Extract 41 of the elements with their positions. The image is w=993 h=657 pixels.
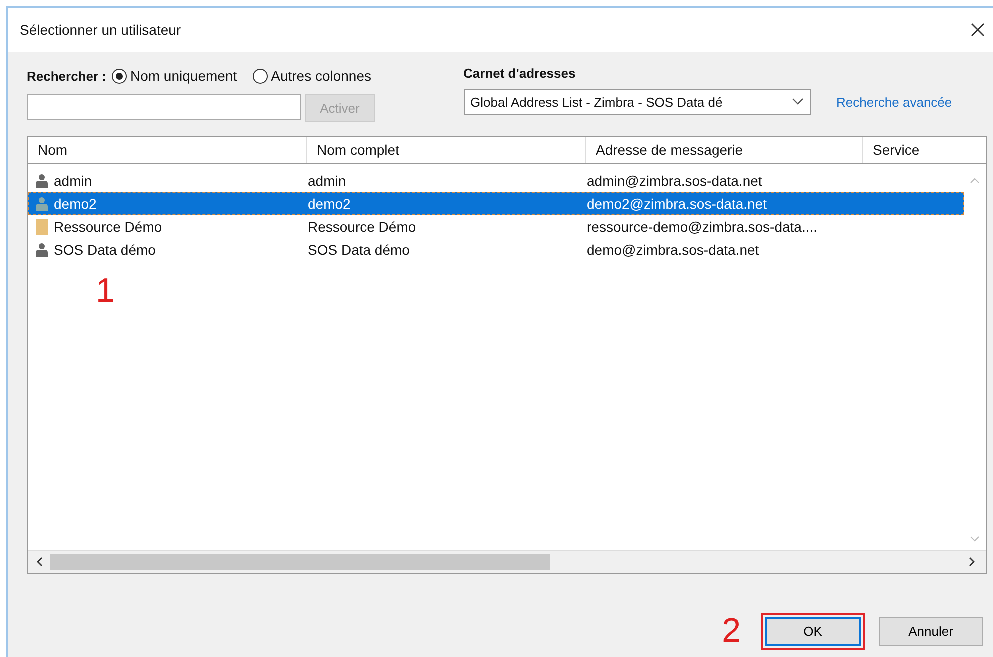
radio-option[interactable]: Autres colonnes [253, 68, 372, 84]
chevron-down-icon[interactable] [792, 98, 804, 106]
table-cell: demo2 [308, 196, 351, 212]
horizontal-scrollbar[interactable] [28, 550, 986, 573]
table-cell: admin@zimbra.sos-data.net [587, 172, 762, 188]
window-title: Sélectionner un utilisateur [20, 22, 182, 38]
column-header[interactable]: Nom [28, 137, 307, 163]
table-cell: ressource-demo@zimbra.sos-data.... [587, 218, 818, 234]
table-row[interactable]: Ressource Démo Ressource Démo ressource-demo@zimbra.sos-data.... [28, 215, 964, 238]
table-cell: SOS Data démo [54, 242, 156, 258]
table-cell: demo@zimbra.sos-data.net [587, 242, 760, 258]
scroll-right-icon[interactable] [968, 557, 976, 567]
table-cell: Ressource Démo [308, 218, 416, 234]
table-cell: SOS Data démo [308, 242, 410, 258]
table-row[interactable]: admin admin admin@zimbra.sos-data.net [28, 169, 964, 192]
scroll-left-icon[interactable] [36, 557, 44, 567]
table-row[interactable]: SOS Data démo SOS Data démo demo@zimbra.sos-data.net [28, 238, 964, 261]
column-header[interactable]: Service [863, 137, 986, 163]
resource-icon [36, 218, 48, 234]
person-icon [36, 196, 48, 210]
person-icon [36, 174, 48, 188]
person-icon [36, 242, 48, 256]
table-cell: admin [308, 172, 346, 188]
table-cell: demo2@zimbra.sos-data.net [587, 196, 767, 212]
radio-option[interactable]: Nom uniquement [112, 68, 238, 84]
dialog-button[interactable]: OK [765, 617, 861, 646]
address-book-dropdown[interactable]: Global Address List - Zimbra - SOS Data dé [464, 89, 811, 115]
address-book-label: Carnet d'adresses [464, 66, 577, 81]
annotation-number: 2 [722, 612, 741, 651]
annotation-number: 1 [96, 272, 115, 311]
table-cell: admin [54, 172, 92, 188]
column-header[interactable]: Adresse de messagerie [586, 137, 863, 163]
dialog-button[interactable]: Annuler [879, 617, 983, 646]
column-header[interactable]: Nom complet [307, 137, 586, 163]
table-row[interactable]: demo2 demo2 demo2@zimbra.sos-data.net [28, 192, 964, 215]
search-field[interactable] [27, 94, 301, 120]
advanced-search-link[interactable]: Recherche avancée [836, 94, 952, 110]
table-cell: demo2 [54, 196, 97, 212]
table-cell: Ressource Démo [54, 218, 162, 234]
close-icon[interactable] [971, 23, 985, 37]
search-label: Rechercher : [27, 68, 106, 84]
